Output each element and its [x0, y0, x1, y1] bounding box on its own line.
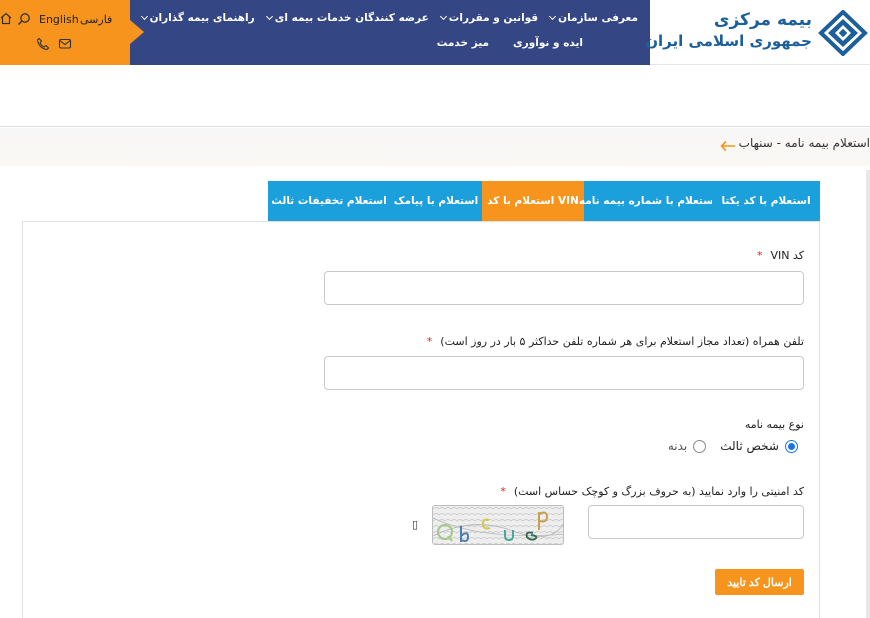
- vin-input[interactable]: [324, 271, 804, 305]
- chevron-down-icon: [439, 12, 447, 21]
- nav-row-primary: معرفی سازمان قوانین و مقررات عرضه کنندگا…: [136, 12, 644, 24]
- mail-icon[interactable]: [58, 37, 72, 50]
- logo[interactable]: بیمه مرکزی جمهوری اسلامی ایران: [645, 0, 870, 65]
- send-verification-button[interactable]: ارسال کد تایید: [715, 569, 804, 595]
- captcha-input[interactable]: [588, 505, 804, 539]
- captcha-image: [432, 505, 564, 545]
- captcha-noise-icon: [433, 506, 563, 544]
- vin-label: کد VIN *: [757, 249, 804, 262]
- nav-label: معرفی سازمان: [558, 12, 638, 24]
- tab-sms[interactable]: استعلام با پیامک: [390, 181, 482, 221]
- nav-label: میز خدمت: [436, 37, 490, 49]
- chevron-down-icon: [549, 12, 557, 21]
- inquiry-tabs: استعلام با کد یکتا استعلام با شماره بیمه…: [268, 181, 820, 221]
- lang-farsi[interactable]: فارسی: [80, 13, 112, 26]
- nav-item-laws[interactable]: قوانین و مقررات: [435, 12, 544, 24]
- nav-label: عرضه کنندگان خدمات بیمه ای: [274, 12, 429, 24]
- phone-label: تلفن همراه (تعداد مجاز استعلام برای هر ش…: [427, 335, 804, 348]
- radio-hull[interactable]: بدنه: [667, 439, 707, 453]
- nav-item-providers[interactable]: عرضه کنندگان خدمات بیمه ای: [261, 12, 435, 24]
- required-mark: *: [426, 335, 433, 348]
- nav-label: ایده و نوآوری: [513, 37, 583, 49]
- main-nav: معرفی سازمان قوانین و مقررات عرضه کنندگا…: [130, 0, 650, 65]
- nav-item-service-desk[interactable]: میز خدمت: [425, 37, 501, 49]
- banner-strip: [0, 65, 870, 127]
- required-mark: *: [500, 485, 506, 498]
- tab-third-party-discounts[interactable]: استعلام تخفیفات ثالث: [268, 181, 390, 221]
- page-title: استعلام بیمه نامه - سنهاب: [738, 136, 870, 150]
- site-header: English فارسی معرفی سازمان قوانین و مقرر…: [0, 0, 870, 65]
- central-insurance-logo-icon: [818, 10, 868, 56]
- lang-english[interactable]: English: [39, 13, 79, 26]
- phone-icon[interactable]: [36, 37, 50, 51]
- nav-item-innovation[interactable]: ایده و نوآوری: [501, 37, 595, 49]
- logo-title: بیمه مرکزی: [713, 10, 812, 30]
- nav-label: راهنمای بیمه گذاران: [149, 12, 255, 24]
- policy-type-radio-group: شخص ثالث بدنه: [668, 439, 798, 453]
- policy-type-label: نوع بیمه نامه: [744, 418, 804, 431]
- nav-label: قوانین و مقررات: [448, 12, 539, 24]
- chevron-down-icon: [265, 12, 273, 21]
- search-icon[interactable]: [17, 12, 31, 26]
- phone-input[interactable]: [324, 356, 804, 390]
- utility-bar: English فارسی: [0, 0, 130, 65]
- page-edge: [866, 170, 870, 618]
- tab-unique-code[interactable]: استعلام با کد یکتا: [712, 181, 820, 221]
- radio-label: شخص ثالث: [720, 439, 779, 453]
- tab-policy-number[interactable]: استعلام با شماره بیمه نامه: [579, 181, 717, 221]
- tab-vin-code[interactable]: استعلام با کد VIN: [482, 181, 584, 221]
- phone-label-text: تلفن همراه (تعداد مجاز استعلام برای هر ش…: [440, 335, 804, 348]
- nav-item-guide[interactable]: راهنمای بیمه گذاران: [136, 12, 261, 24]
- arrow-left-icon: [720, 140, 735, 152]
- nav-row-secondary: ایده و نوآوری میز خدمت: [425, 37, 595, 49]
- radio-third-party[interactable]: شخص ثالث: [720, 439, 798, 453]
- breadcrumb: استعلام بیمه نامه - سنهاب: [0, 128, 870, 166]
- captcha-refresh-icon[interactable]: ▯: [412, 518, 418, 531]
- radio-label: بدنه: [667, 439, 688, 453]
- logo-subtitle: جمهوری اسلامی ایران: [645, 32, 812, 50]
- chevron-down-icon: [140, 12, 148, 21]
- captcha-label-text: کد امنیتی را وارد نمایید (به حروف بزرگ و…: [513, 485, 804, 498]
- captcha-label: کد امنیتی را وارد نمایید (به حروف بزرگ و…: [500, 485, 804, 498]
- required-mark: *: [756, 249, 763, 262]
- utility-bar-arrow: [130, 20, 144, 44]
- vin-label-text: کد VIN: [770, 249, 804, 262]
- radio-button[interactable]: [693, 439, 707, 453]
- home-icon[interactable]: [0, 12, 12, 25]
- nav-item-about[interactable]: معرفی سازمان: [544, 12, 644, 24]
- radio-button-selected[interactable]: [785, 439, 798, 453]
